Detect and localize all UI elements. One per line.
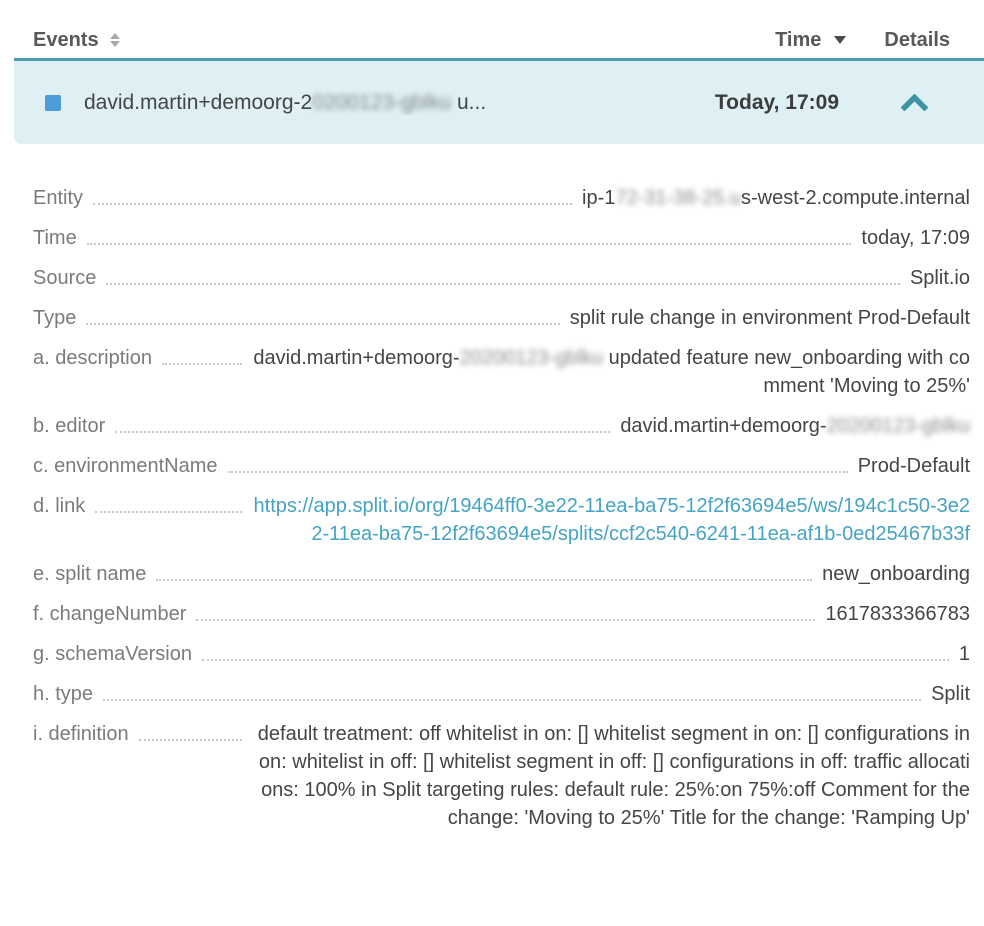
leader-dots bbox=[156, 560, 812, 581]
detail-value: new_onboarding bbox=[822, 560, 970, 588]
detail-row: Source Split.io bbox=[33, 264, 970, 292]
leader-dots bbox=[86, 304, 559, 325]
detail-label: i. definition bbox=[33, 720, 129, 748]
detail-value: split rule change in environment Prod-De… bbox=[570, 304, 970, 332]
detail-value: david.martin+demoorg-20200123-gblku upda… bbox=[252, 344, 970, 400]
event-title-prefix: david.martin+demoorg-2 bbox=[84, 91, 312, 114]
detail-value: Split bbox=[931, 680, 970, 708]
event-title: david.martin+demoorg-20200123-gblku u... bbox=[84, 91, 715, 115]
detail-row: c. environmentName Prod-Default bbox=[33, 452, 970, 480]
table-header-right: Time Details bbox=[775, 29, 950, 52]
event-details: Entity ip-172-31-38-25.us-west-2.compute.… bbox=[0, 144, 984, 832]
redacted-text: 20200123-gblku bbox=[460, 347, 603, 369]
events-panel: Events Time Details david.martin+demoorg… bbox=[0, 0, 984, 926]
leader-dots bbox=[95, 492, 242, 513]
detail-value: default treatment: off whitelist in on: … bbox=[252, 720, 970, 832]
time-column-label: Time bbox=[775, 29, 821, 52]
details-column-header: Details bbox=[884, 29, 950, 52]
leader-dots bbox=[202, 640, 949, 661]
detail-label: f. changeNumber bbox=[33, 600, 186, 628]
detail-value: ip-172-31-38-25.us-west-2.compute.intern… bbox=[582, 184, 970, 212]
detail-row: b. editor david.martin+demoorg-20200123-g… bbox=[33, 412, 970, 440]
detail-label: g. schemaVersion bbox=[33, 640, 192, 668]
redacted-text: 72-31-38-25.u bbox=[615, 187, 741, 209]
sort-both-icon[interactable] bbox=[110, 33, 120, 47]
detail-value: Split.io bbox=[910, 264, 970, 292]
detail-row: h. type Split bbox=[33, 680, 970, 708]
detail-row: f. changeNumber 1617833366783 bbox=[33, 600, 970, 628]
detail-label: d. link bbox=[33, 492, 85, 520]
detail-label: Type bbox=[33, 304, 76, 332]
leader-dots bbox=[115, 412, 610, 433]
detail-row: a. description david.martin+demoorg-20200… bbox=[33, 344, 970, 400]
leader-dots bbox=[106, 264, 900, 285]
sort-descending-icon bbox=[834, 36, 846, 44]
detail-row: e. split name new_onboarding bbox=[33, 560, 970, 588]
detail-row: Type split rule change in environment Pro… bbox=[33, 304, 970, 332]
detail-row: Entity ip-172-31-38-25.us-west-2.compute.… bbox=[33, 184, 970, 212]
detail-row: d. link https://app.split.io/org/19464ff0… bbox=[33, 492, 970, 548]
detail-value: 1617833366783 bbox=[825, 600, 970, 628]
detail-label: b. editor bbox=[33, 412, 105, 440]
leader-dots bbox=[228, 452, 848, 473]
table-header: Events Time Details bbox=[0, 0, 984, 58]
leader-dots bbox=[87, 224, 852, 245]
redacted-text: 20200123-gblku bbox=[827, 415, 970, 437]
detail-row: g. schemaVersion 1 bbox=[33, 640, 970, 668]
detail-value: david.martin+demoorg-20200123-gblku bbox=[620, 412, 970, 440]
detail-row: Time today, 17:09 bbox=[33, 224, 970, 252]
sort-asc-icon bbox=[110, 33, 120, 39]
sort-desc-icon bbox=[110, 41, 120, 47]
detail-label: Time bbox=[33, 224, 77, 252]
leader-dots bbox=[93, 184, 572, 205]
detail-label: a. description bbox=[33, 344, 152, 372]
events-column-header[interactable]: Events bbox=[33, 29, 120, 52]
detail-value-link[interactable]: https://app.split.io/org/19464ff0-3e22-1… bbox=[252, 492, 970, 548]
event-time: Today, 17:09 bbox=[715, 91, 839, 115]
event-severity-icon bbox=[45, 95, 61, 111]
detail-value: Prod-Default bbox=[858, 452, 970, 480]
leader-dots bbox=[162, 344, 242, 365]
detail-label: Source bbox=[33, 264, 96, 292]
leader-dots bbox=[139, 720, 242, 741]
time-column-header[interactable]: Time bbox=[775, 29, 846, 52]
detail-value: 1 bbox=[959, 640, 970, 668]
leader-dots bbox=[103, 680, 921, 701]
event-title-redacted: 0200123-gblku bbox=[312, 91, 451, 114]
detail-label: h. type bbox=[33, 680, 93, 708]
event-row[interactable]: david.martin+demoorg-20200123-gblku u...… bbox=[14, 58, 984, 144]
event-title-suffix: u... bbox=[451, 91, 486, 114]
detail-label: Entity bbox=[33, 184, 83, 212]
events-column-label: Events bbox=[33, 29, 99, 52]
collapse-chevron-up-icon[interactable] bbox=[901, 94, 928, 111]
detail-value: today, 17:09 bbox=[861, 224, 970, 252]
detail-label: e. split name bbox=[33, 560, 146, 588]
detail-label: c. environmentName bbox=[33, 452, 218, 480]
detail-row: i. definition default treatment: off whit… bbox=[33, 720, 970, 832]
leader-dots bbox=[196, 600, 815, 621]
